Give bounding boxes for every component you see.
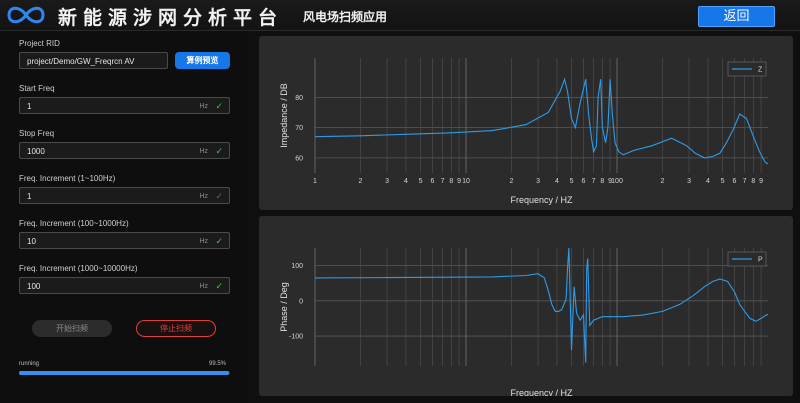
inc3-label: Freq. Increment (1000~10000Hz) bbox=[19, 264, 138, 273]
x-tick-label: 1 bbox=[313, 178, 317, 185]
x-tick-label: 10 bbox=[462, 178, 470, 185]
start-freq-unit: Hz bbox=[199, 103, 208, 110]
x-minor-tick-label: 6 bbox=[582, 178, 586, 185]
series-line bbox=[314, 77, 769, 165]
start-freq-label: Start Freq bbox=[19, 84, 55, 93]
x-minor-tick-label: 6 bbox=[733, 178, 737, 185]
x-minor-tick-label: 3 bbox=[385, 178, 389, 185]
y-tick-label: -100 bbox=[289, 334, 303, 341]
x-minor-tick-label: 3 bbox=[687, 178, 691, 185]
x-minor-tick-label: 6 bbox=[431, 178, 435, 185]
x-tick-label: 100 bbox=[611, 178, 623, 185]
y-tick-label: 60 bbox=[295, 155, 303, 162]
progress-bar bbox=[19, 371, 230, 375]
x-minor-tick-label: 8 bbox=[600, 178, 604, 185]
check-icon: ✓ bbox=[215, 101, 223, 111]
legend-label: P bbox=[758, 257, 763, 264]
app-title: 新能源涉网分析平台 bbox=[58, 7, 284, 29]
inc2-field[interactable]: 10 Hz ✓ bbox=[19, 232, 230, 249]
stop-freq-label: Stop Freq bbox=[19, 129, 55, 138]
x-minor-tick-label: 7 bbox=[592, 178, 596, 185]
inc2-value: 10 bbox=[27, 237, 36, 246]
x-minor-tick-label: 2 bbox=[510, 178, 514, 185]
inc1-unit: Hz bbox=[199, 193, 208, 200]
status-label: running bbox=[19, 361, 40, 367]
inc2-label: Freq. Increment (100~1000Hz) bbox=[19, 219, 129, 228]
inc2-unit: Hz bbox=[199, 238, 208, 245]
phase-chart: -100 0 100 Frequency / HZ Phase / Deg P bbox=[259, 216, 793, 396]
y-tick-label: 80 bbox=[295, 95, 303, 102]
stop-freq-field[interactable]: 1000 Hz ✓ bbox=[19, 142, 230, 159]
check-icon: ✓ bbox=[215, 281, 223, 291]
x-minor-tick-label: 2 bbox=[359, 178, 363, 185]
check-icon: ✓ bbox=[215, 191, 223, 201]
app-header: 新能源涉网分析平台 风电场扫频应用 返回 bbox=[0, 0, 800, 31]
inc1-field[interactable]: 1 Hz ✓ bbox=[19, 187, 230, 204]
x-minor-tick-label: 8 bbox=[751, 178, 755, 185]
x-minor-tick-label: 9 bbox=[759, 178, 763, 185]
status-percent: 99.5% bbox=[209, 361, 227, 367]
start-freq-value: 1 bbox=[27, 102, 32, 111]
series-line bbox=[314, 247, 769, 363]
x-minor-tick-label: 7 bbox=[441, 178, 445, 185]
inc3-unit: Hz bbox=[199, 283, 208, 290]
x-minor-tick-label: 7 bbox=[743, 178, 747, 185]
x-axis-title: Frequency / HZ bbox=[510, 388, 573, 396]
stop-freq-value: 1000 bbox=[27, 147, 45, 156]
x-minor-tick-label: 5 bbox=[570, 178, 574, 185]
x-minor-tick-label: 9 bbox=[457, 178, 461, 185]
inc3-value: 100 bbox=[27, 282, 41, 291]
legend-label: Z bbox=[758, 67, 763, 74]
case-preview-button[interactable]: 算例预览 bbox=[175, 52, 230, 69]
inc3-field[interactable]: 100 Hz ✓ bbox=[19, 277, 230, 294]
back-button[interactable]: 返回 bbox=[698, 6, 775, 27]
x-minor-tick-label: 5 bbox=[419, 178, 423, 185]
x-axis-title: Frequency / HZ bbox=[510, 195, 573, 205]
start-freq-field[interactable]: 1 Hz ✓ bbox=[19, 97, 230, 114]
x-minor-tick-label: 8 bbox=[449, 178, 453, 185]
stop-sweep-button[interactable]: 停止扫频 bbox=[136, 320, 216, 337]
x-minor-tick-label: 4 bbox=[706, 178, 710, 185]
y-tick-label: 70 bbox=[295, 125, 303, 132]
stop-freq-unit: Hz bbox=[199, 148, 208, 155]
start-sweep-button[interactable]: 开始扫频 bbox=[32, 320, 112, 337]
phase-chart-svg: -100 0 100 Frequency / HZ Phase / Deg P bbox=[279, 247, 769, 396]
y-axis-title: Impedance / DB bbox=[279, 83, 289, 148]
y-axis-title: Phase / Deg bbox=[279, 282, 289, 332]
inc1-label: Freq. Increment (1~100Hz) bbox=[19, 174, 116, 183]
page-subtitle: 风电场扫频应用 bbox=[303, 10, 388, 24]
y-tick-label: 0 bbox=[299, 298, 303, 305]
logo-icon bbox=[7, 6, 45, 24]
x-minor-tick-label: 4 bbox=[404, 178, 408, 185]
project-path-label: Project RID bbox=[19, 39, 60, 48]
x-minor-tick-label: 2 bbox=[661, 178, 665, 185]
y-tick-label: 100 bbox=[291, 263, 303, 270]
x-minor-tick-label: 4 bbox=[555, 178, 559, 185]
project-path-field[interactable]: project/Demo/GW_Freqrcn AV bbox=[19, 52, 168, 69]
x-minor-tick-label: 5 bbox=[721, 178, 725, 185]
check-icon: ✓ bbox=[215, 146, 223, 156]
impedance-chart-svg: 6070801 2 3 4 5 6 7 8 9 10 2 3 4 5 6 7 8 9 100 2 3 4 5 6 7 8 9Freq… bbox=[279, 58, 769, 205]
progress-fill bbox=[19, 371, 229, 375]
check-icon: ✓ bbox=[215, 236, 223, 246]
impedance-chart: 60 70 80 1 2 3 4 5 6 7 8 9 10 2 3 4 5 6 7 8 9 100 2 3 4 5 6 7 8 9 Freq… bbox=[259, 36, 793, 210]
inc1-value: 1 bbox=[27, 192, 32, 201]
x-minor-tick-label: 3 bbox=[536, 178, 540, 185]
project-path-value: project/Demo/GW_Freqrcn AV bbox=[27, 57, 135, 66]
